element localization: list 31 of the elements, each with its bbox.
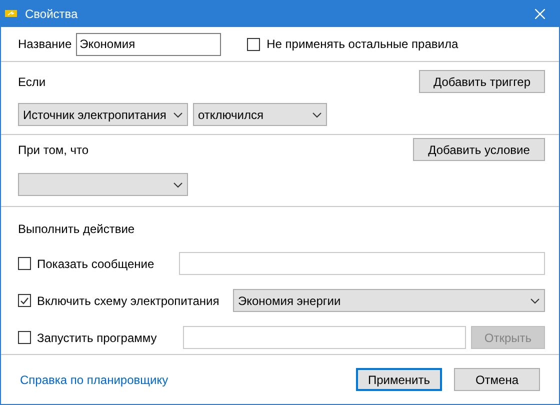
close-icon[interactable] [535, 8, 545, 18]
section-heading: При том, что [18, 142, 89, 158]
checkbox[interactable] [18, 257, 31, 270]
help-link[interactable]: Справка по планировщику [20, 370, 344, 388]
check-icon [20, 296, 29, 304]
checkbox[interactable] [246, 38, 260, 50]
chevron-down-icon [530, 298, 540, 304]
checkbox-label: Включить схему электропитания [37, 292, 220, 310]
chevron-down-icon [173, 182, 183, 188]
button[interactable]: Применить [356, 368, 442, 391]
chevron-down-icon [312, 112, 322, 118]
dropdown[interactable]: Экономия энергии [233, 289, 545, 312]
button[interactable]: Добавить триггер [419, 70, 545, 93]
section-heading: Выполнить действие [18, 221, 136, 238]
dropdown[interactable]: Источник электропитания [18, 103, 188, 126]
battery-icon [5, 10, 17, 17]
name-label: Название [18, 36, 72, 53]
chevron-down-icon [173, 112, 183, 118]
message-field[interactable] [179, 252, 545, 275]
checkbox-label: Показать сообщение [37, 256, 156, 272]
checkbox-label: Не применять остальные правила [266, 36, 458, 53]
checkbox[interactable] [18, 331, 31, 344]
checkbox[interactable] [18, 294, 31, 307]
section-heading: Если [18, 74, 46, 90]
button[interactable]: Добавить условие [413, 138, 545, 161]
name-field[interactable]: Экономия [76, 32, 221, 56]
button[interactable]: Отмена [454, 368, 540, 391]
dropdown[interactable]: отключился [193, 103, 327, 126]
window-title: Свойства [25, 6, 79, 22]
program-field[interactable] [183, 326, 466, 349]
checkbox-label: Запустить программу [37, 330, 158, 346]
